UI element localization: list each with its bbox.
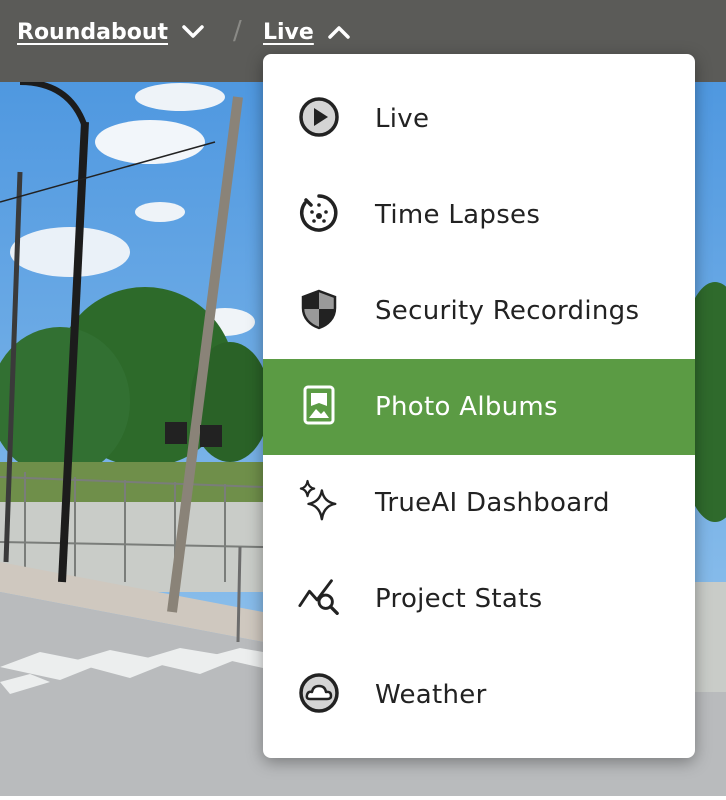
view-breadcrumb[interactable]: Live bbox=[263, 14, 352, 50]
timelapse-icon bbox=[297, 191, 341, 235]
menu-item-project-stats[interactable]: Project Stats bbox=[263, 551, 695, 647]
menu-item-live[interactable]: Live bbox=[263, 71, 695, 167]
menu-item-weather[interactable]: Weather bbox=[263, 647, 695, 743]
project-name: Roundabout bbox=[17, 19, 169, 45]
menu-item-label: Project Stats bbox=[375, 584, 543, 614]
menu-item-label: Weather bbox=[375, 680, 487, 710]
chart-search-icon bbox=[297, 575, 341, 619]
menu-item-label: Live bbox=[375, 104, 430, 134]
menu-item-label: TrueAI Dashboard bbox=[375, 488, 610, 518]
view-dropdown-menu: Live Time Lapses Security Recordings Pho… bbox=[263, 54, 695, 758]
cloud-icon bbox=[297, 671, 341, 715]
shield-icon bbox=[297, 287, 341, 331]
project-breadcrumb[interactable]: Roundabout bbox=[17, 14, 206, 50]
current-view-name: Live bbox=[263, 19, 314, 45]
breadcrumb-separator: / bbox=[233, 16, 242, 46]
menu-item-security-recordings[interactable]: Security Recordings bbox=[263, 263, 695, 359]
menu-item-time-lapses[interactable]: Time Lapses bbox=[263, 167, 695, 263]
chevron-up-icon bbox=[328, 26, 350, 39]
play-circle-icon bbox=[297, 95, 341, 139]
chevron-down-icon bbox=[182, 25, 204, 38]
menu-item-photo-albums[interactable]: Photo Albums bbox=[263, 359, 695, 455]
menu-item-label: Photo Albums bbox=[375, 392, 558, 422]
photo-album-icon bbox=[297, 383, 341, 427]
menu-item-trueai-dashboard[interactable]: TrueAI Dashboard bbox=[263, 455, 695, 551]
menu-item-label: Time Lapses bbox=[375, 200, 541, 230]
sparkles-icon bbox=[297, 479, 341, 523]
menu-item-label: Security Recordings bbox=[375, 296, 640, 326]
